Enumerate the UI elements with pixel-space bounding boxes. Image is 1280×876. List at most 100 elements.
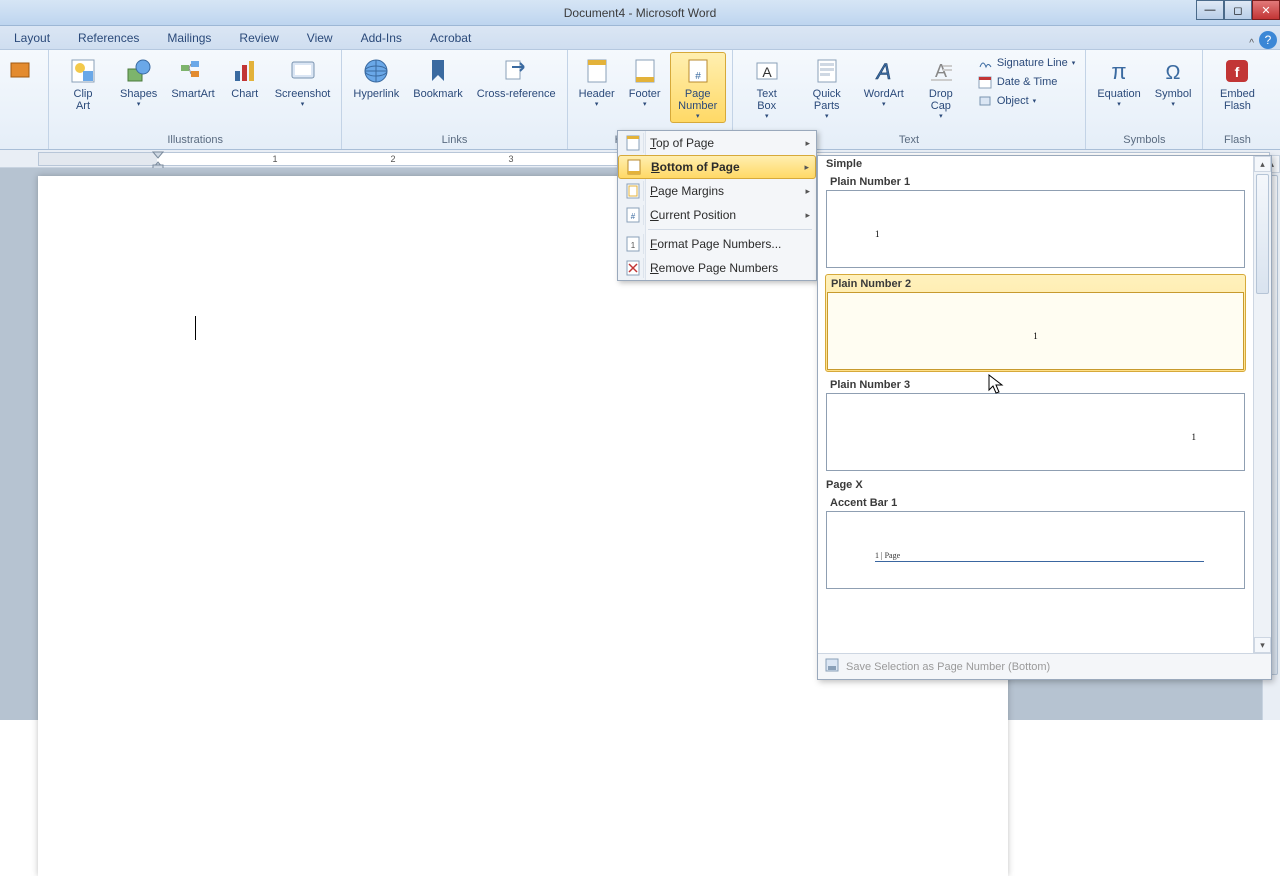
submenu-arrow-icon: ▸: [804, 162, 809, 173]
help-button[interactable]: ?: [1259, 31, 1277, 49]
screenshot-icon: [287, 55, 319, 87]
quick-parts-button[interactable]: Quick Parts▾: [799, 52, 855, 123]
clip-art-icon: [67, 55, 99, 87]
menu-top-of-page[interactable]: Top of Page ▸: [618, 131, 816, 155]
menu-current-position[interactable]: # Current Position ▸: [618, 203, 816, 227]
save-selection-icon: [824, 657, 840, 676]
svg-text:A: A: [762, 64, 772, 80]
group-illustrations: Clip Art Shapes▾ SmartArt Chart Screensh…: [49, 50, 342, 149]
object-button[interactable]: Object ▾: [973, 92, 1079, 110]
gallery-item-plain-number-1[interactable]: Plain Number 1 1: [826, 174, 1245, 268]
cross-reference-button[interactable]: Cross-reference: [472, 52, 561, 103]
gallery-scrollbar[interactable]: ▴ ▾: [1253, 156, 1271, 653]
screenshot-button[interactable]: Screenshot▾: [270, 52, 336, 111]
equation-button[interactable]: π Equation▾: [1092, 52, 1145, 111]
menu-format-page-numbers[interactable]: 1 Format Page Numbers...: [618, 232, 816, 256]
page-bottom-icon: [623, 157, 645, 177]
tab-review[interactable]: Review: [225, 27, 292, 49]
page-top-icon: [622, 133, 644, 153]
shape-icon: [5, 55, 37, 87]
remove-icon: [622, 258, 644, 278]
date-time-button[interactable]: Date & Time: [973, 73, 1079, 91]
menu-remove-page-numbers[interactable]: Remove Page Numbers: [618, 256, 816, 280]
group-label-links: Links: [442, 134, 468, 148]
svg-text:Ω: Ω: [1166, 62, 1181, 84]
menu-page-margins[interactable]: Page Margins ▸: [618, 179, 816, 203]
gallery-scroll-down[interactable]: ▾: [1254, 637, 1271, 653]
svg-text:A: A: [874, 59, 891, 84]
page-number-button[interactable]: # Page Number▾: [670, 52, 726, 123]
cross-reference-icon: [500, 55, 532, 87]
footer-button[interactable]: Footer▾: [624, 52, 666, 111]
group-symbols: π Equation▾ Ω Symbol▾ Symbols: [1086, 50, 1203, 149]
svg-text:1: 1: [630, 241, 635, 250]
group-label-illustrations: Illustrations: [167, 134, 223, 148]
gallery-item-plain-number-3[interactable]: Plain Number 3 1: [826, 377, 1245, 471]
group-flash: f Embed Flash Flash: [1203, 50, 1271, 149]
quick-parts-icon: [811, 55, 843, 87]
ribbon-minimize-icon[interactable]: ^: [1249, 38, 1254, 49]
submenu-arrow-icon: ▸: [805, 210, 810, 221]
page-number-menu: Top of Page ▸ Bottom of Page ▸ Page Marg…: [617, 130, 817, 281]
gallery-category-simple: Simple: [822, 156, 1249, 172]
tab-acrobat[interactable]: Acrobat: [416, 27, 485, 49]
group-label-symbols: Symbols: [1123, 134, 1165, 148]
gallery-scroll-up[interactable]: ▴: [1254, 156, 1271, 172]
header-button[interactable]: Header▾: [574, 52, 620, 111]
object-icon: [977, 93, 993, 109]
titlebar: Document4 - Microsoft Word — ◻ ✕ ^ ?: [0, 0, 1280, 26]
tab-references[interactable]: References: [64, 27, 153, 49]
embed-flash-button[interactable]: f Embed Flash: [1209, 52, 1265, 115]
drop-cap-button[interactable]: A Drop Cap▾: [913, 52, 969, 123]
gallery-footer: Save Selection as Page Number (Bottom): [818, 653, 1271, 679]
wordart-icon: A: [868, 55, 900, 87]
svg-text:#: #: [630, 212, 635, 221]
tab-addins[interactable]: Add-Ins: [347, 27, 416, 49]
signature-icon: [977, 55, 993, 71]
menu-page-margins-label: age Margins: [658, 184, 724, 198]
signature-line-button[interactable]: Signature Line ▾: [973, 54, 1079, 72]
flash-icon: f: [1221, 55, 1253, 87]
hyperlink-icon: [360, 55, 392, 87]
tab-layout[interactable]: Layout: [0, 27, 64, 49]
hyperlink-button[interactable]: Hyperlink: [348, 52, 404, 103]
tab-mailings[interactable]: Mailings: [153, 27, 225, 49]
button-unknown-left[interactable]: [0, 52, 42, 103]
chart-icon: [229, 55, 261, 87]
gallery-scroll-thumb[interactable]: [1256, 174, 1269, 294]
current-position-icon: #: [622, 205, 644, 225]
maximize-button[interactable]: ◻: [1224, 0, 1252, 20]
date-time-icon: [977, 74, 993, 90]
text-box-button[interactable]: A Text Box▾: [739, 52, 795, 123]
gallery-item-plain-number-2[interactable]: Plain Number 2 1: [825, 274, 1246, 372]
close-button[interactable]: ✕: [1252, 0, 1280, 20]
bookmark-icon: [422, 55, 454, 87]
tab-view[interactable]: View: [293, 27, 347, 49]
smartart-button[interactable]: SmartArt: [166, 52, 219, 103]
bookmark-button[interactable]: Bookmark: [408, 52, 468, 103]
gallery-item-accent-bar-1[interactable]: Accent Bar 1 1 | Page: [826, 495, 1245, 589]
menu-remove-label: emove Page Numbers: [659, 261, 778, 275]
page-margins-icon: [622, 181, 644, 201]
group-links: Hyperlink Bookmark Cross-reference Links: [342, 50, 567, 149]
chart-button[interactable]: Chart: [224, 52, 266, 103]
drop-cap-icon: A: [925, 55, 957, 87]
footer-icon: [629, 55, 661, 87]
group-label-text: Text: [899, 134, 919, 148]
wordart-button[interactable]: A WordArt▾: [859, 52, 909, 111]
minimize-button[interactable]: —: [1196, 0, 1224, 20]
menu-bottom-of-page[interactable]: Bottom of Page ▸: [618, 155, 816, 179]
svg-text:π: π: [1111, 59, 1126, 84]
gallery-category-page-x: Page X: [822, 477, 1249, 493]
save-selection-label: Save Selection as Page Number (Bottom): [846, 661, 1050, 673]
menu-format-label: ormat Page Numbers...: [657, 237, 781, 251]
shapes-button[interactable]: Shapes▾: [115, 52, 162, 111]
page-number-icon: #: [682, 55, 714, 87]
format-icon: 1: [622, 234, 644, 254]
equation-icon: π: [1103, 55, 1135, 87]
svg-text:#: #: [695, 71, 701, 82]
clip-art-button[interactable]: Clip Art: [55, 52, 111, 115]
menu-bottom-of-page-label: ottom of Page: [660, 160, 740, 174]
svg-text:f: f: [1235, 64, 1240, 80]
symbol-button[interactable]: Ω Symbol▾: [1150, 52, 1197, 111]
